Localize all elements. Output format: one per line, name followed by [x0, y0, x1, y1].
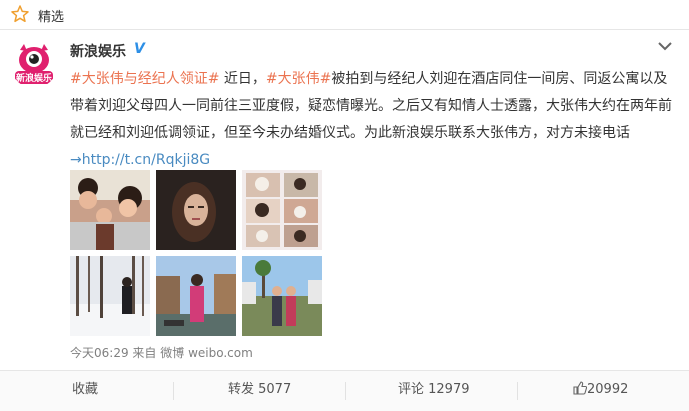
repost-button[interactable]: 转发 5077 — [228, 371, 291, 411]
topic-tag[interactable]: #大张伟与经纪人领证# — [70, 71, 219, 87]
post-time[interactable]: 今天06:29 — [70, 346, 129, 360]
sina-ent-logo: 新浪娱乐 — [10, 40, 58, 88]
topic-tag[interactable]: #大张伟# — [266, 71, 331, 87]
post-meta: 今天06:29 来自 微博 weibo.com — [70, 344, 253, 361]
photo-grid — [70, 170, 330, 338]
star-icon[interactable] — [11, 5, 29, 23]
divider — [517, 382, 518, 400]
source-prefix: 来自 — [132, 346, 157, 360]
favorite-button[interactable]: 收藏 — [72, 371, 98, 411]
chevron-down-icon[interactable] — [657, 40, 673, 52]
post-text-segment: 近日， — [219, 71, 266, 87]
page-title: 精选 — [38, 10, 65, 25]
divider — [173, 382, 174, 400]
action-bar: 收藏 转发 5077 评论 12979 20992 — [0, 370, 689, 411]
photo-thumbnail[interactable] — [70, 170, 150, 250]
avatar[interactable]: 新浪娱乐 — [10, 40, 58, 88]
photo-thumbnail[interactable] — [156, 170, 236, 250]
photo-thumbnail[interactable] — [242, 170, 322, 250]
comment-button[interactable]: 评论 12979 — [398, 371, 470, 411]
post-source[interactable]: 微博 weibo.com — [160, 346, 253, 360]
verified-badge-icon: V — [134, 41, 145, 57]
thumbs-up-icon — [573, 381, 588, 395]
like-count: 20992 — [587, 382, 629, 397]
divider — [345, 382, 346, 400]
top-bar: 精选 — [0, 0, 689, 30]
svg-text:新浪娱乐: 新浪娱乐 — [16, 72, 52, 84]
post-text: #大张伟与经纪人领证# 近日，#大张伟#被拍到与经纪人刘迎在酒店同住一间房、同返… — [70, 66, 680, 174]
photo-thumbnail[interactable] — [70, 256, 150, 336]
photo-thumbnail[interactable] — [242, 256, 322, 336]
short-link[interactable]: →http://t.cn/Rqkji8G — [70, 152, 210, 168]
photo-thumbnail[interactable] — [156, 256, 236, 336]
like-button[interactable]: 20992 — [573, 371, 628, 411]
author-name[interactable]: 新浪娱乐 — [70, 41, 126, 61]
